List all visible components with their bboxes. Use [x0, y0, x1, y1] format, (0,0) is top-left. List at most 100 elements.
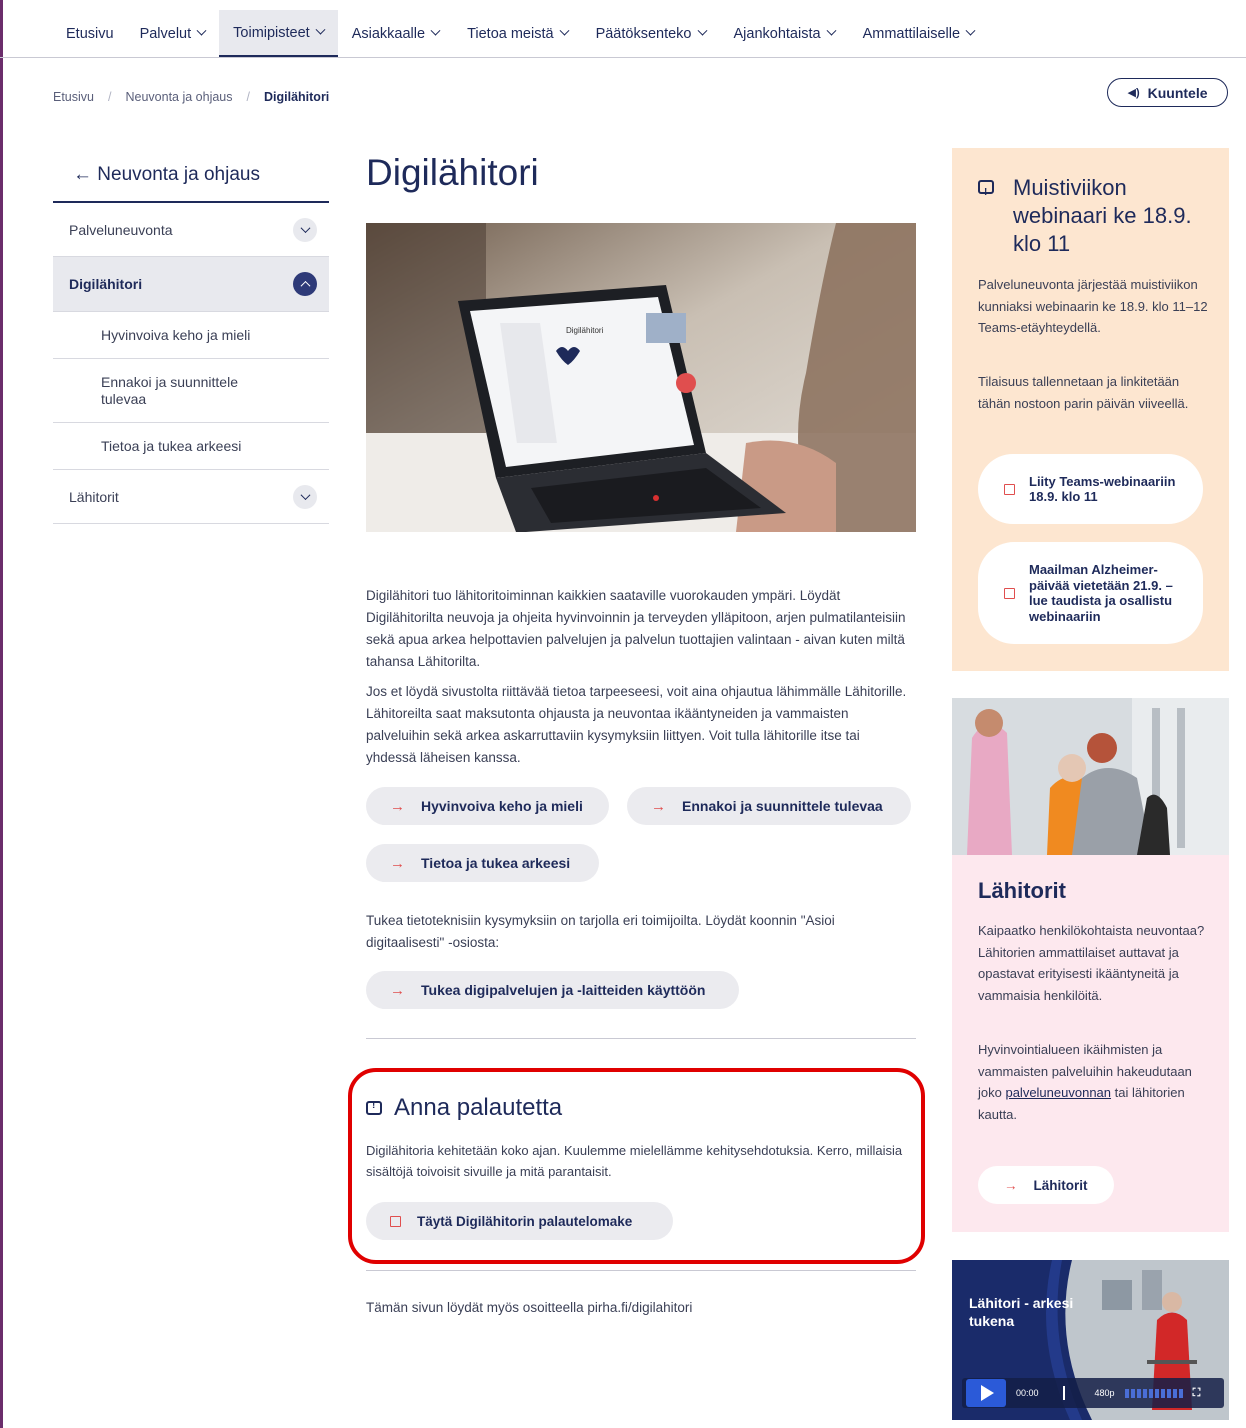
expand-toggle[interactable] [293, 217, 317, 242]
sidebar-subitem-hyvinvoiva[interactable]: Hyvinvoiva keho ja mieli [53, 312, 329, 359]
hero-screen-label: Digilähitori [566, 326, 604, 335]
alzheimer-day-button[interactable]: Maailman Alzheimer-päivää vietetään 21.9… [978, 542, 1203, 644]
sidebar-item-label: Tietoa ja tukea arkeesi [101, 438, 242, 454]
sidebar-item-label: Ennakoi ja suunnittele tulevaa [101, 373, 238, 407]
link-label: Tietoa ja tukea arkeesi [421, 855, 571, 871]
feedback-heading: Anna palautetta [366, 1094, 562, 1122]
nav-item-ammattilaiselle[interactable]: Ammattilaiselle [849, 10, 989, 57]
webinar-card-heading: Muistiviikon webinaari ke 18.9. klo 11 [978, 174, 1218, 258]
sidebar-item-palveluneuvonta[interactable]: Palveluneuvonta [53, 203, 329, 257]
chevron-down-icon [826, 25, 837, 36]
sidebar-subitem-tietoa[interactable]: Tietoa ja tukea arkeesi [53, 423, 329, 470]
link-tietoa[interactable]: → Tietoa ja tukea arkeesi [366, 844, 599, 882]
sidebar-subitem-ennakoi[interactable]: Ennakoi ja suunnittele tulevaa [53, 359, 329, 423]
intro-paragraph-1: Digilähitori tuo lähitoritoiminnan kaikk… [366, 588, 906, 669]
arrow-right-icon: → [1004, 1177, 1018, 1193]
nav-item-asiakkaalle[interactable]: Asiakkaalle [338, 10, 453, 57]
feedback-button-label: Täytä Digilähitorin palautelomake [417, 1213, 633, 1229]
nav-label: Palvelut [139, 25, 192, 42]
section-divider [366, 1038, 916, 1039]
progress-handle[interactable] [1062, 1386, 1065, 1400]
webinar-card: Muistiviikon webinaari ke 18.9. klo 11 P… [952, 148, 1229, 671]
lahitorit-card-title: Lähitorit [978, 878, 1066, 903]
feedback-form-button[interactable]: Täytä Digilähitorin palautelomake [366, 1202, 673, 1240]
chevron-up-icon [300, 280, 310, 291]
webinar-card-title: Muistiviikon webinaari ke 18.9. klo 11 [1013, 175, 1192, 256]
page-address-note: Tämän sivun löydät myös osoitteella pirh… [366, 1300, 693, 1315]
page-title: Digilähitori [366, 152, 539, 193]
sidebar-back-label: ← Neuvonta ja ohjaus [73, 163, 260, 185]
arrow-right-icon: → [390, 854, 405, 872]
main-navigation: Etusivu Palvelut Toimipisteet Asiakkaall… [0, 0, 1246, 58]
feedback-title: Anna palautetta [394, 1094, 563, 1121]
nav-item-toimipisteet[interactable]: Toimipisteet [219, 10, 338, 57]
nav-item-etusivu[interactable]: Etusivu [52, 10, 126, 57]
webinar-card-text-1: Palveluneuvonta järjestää muistiviikon k… [978, 277, 1208, 335]
lahitorit-card-text-1: Kaipaatko henkilökohtaista neuvontaa? Lä… [978, 923, 1205, 1003]
listen-button[interactable]: ◀) Kuuntele [1107, 78, 1228, 107]
lahitorit-button-label: Lähitorit [1033, 1177, 1088, 1193]
external-link-icon [1004, 587, 1015, 599]
speaker-icon: ◀) [1127, 87, 1140, 99]
lahitorit-link-button[interactable]: → Lähitorit [978, 1166, 1114, 1204]
link-label: Hyvinvoiva keho ja mieli [421, 798, 583, 814]
palveluneuvonta-link[interactable]: palveluneuvonnan [1005, 1085, 1111, 1100]
chevron-down-icon [697, 25, 707, 36]
breadcrumb-separator: / [108, 90, 112, 104]
arrow-right-icon: → [390, 981, 405, 999]
chevron-down-icon [430, 25, 441, 36]
hero-image-laptop: Digilähitori [366, 223, 916, 532]
breadcrumb-link-etusivu[interactable]: Etusivu [53, 90, 94, 104]
nav-item-tietoa-meista[interactable]: Tietoa meistä [453, 10, 582, 57]
video-player[interactable]: Lähitori - arkesi tukena 00:00 480p ⛶ [952, 1260, 1229, 1420]
sidebar-item-lahitorit[interactable]: Lähitorit [53, 470, 329, 524]
lahitorit-photo [952, 698, 1229, 855]
nav-label: Etusivu [66, 25, 114, 42]
nav-item-paatoksenteko[interactable]: Päätöksenteko [582, 10, 720, 57]
chevron-down-icon [300, 490, 310, 501]
chevron-down-icon [315, 24, 326, 35]
play-button[interactable] [966, 1379, 1006, 1407]
quality-selector[interactable]: 480p [1095, 1388, 1115, 1398]
nav-label: Päätöksenteko [595, 25, 692, 42]
sidebar-back-link[interactable]: ← Neuvonta ja ohjaus [53, 148, 329, 203]
listen-label: Kuuntele [1147, 84, 1208, 101]
section-divider [366, 1270, 916, 1271]
window-frame-edge [0, 0, 3, 1428]
webinar-card-text-2: Tilaisuus tallennetaan ja linkitetään tä… [978, 374, 1189, 411]
collapse-toggle[interactable] [293, 272, 317, 296]
nav-item-palvelut[interactable]: Palvelut [126, 10, 220, 57]
link-digipalvelut[interactable]: → Tukea digipalvelujen ja -laitteiden kä… [366, 971, 739, 1009]
digi-paragraph: Tukea tietoteknisiin kysymyksiin on tarj… [366, 913, 835, 950]
fullscreen-icon[interactable]: ⛶ [1193, 1387, 1201, 1400]
expand-toggle[interactable] [293, 484, 317, 509]
alzheimer-day-label: Maailman Alzheimer-päivää vietetään 21.9… [1029, 562, 1173, 624]
link-label: Tukea digipalvelujen ja -laitteiden käyt… [421, 982, 706, 998]
volume-slider[interactable] [1124, 1388, 1183, 1398]
intro-paragraph-2: Jos et löydä sivustolta riittävää tietoa… [366, 684, 907, 765]
lahitorit-card: Lähitorit Kaipaatko henkilökohtaista neu… [952, 698, 1229, 1232]
external-link-icon [1004, 483, 1015, 495]
nav-label: Asiakkaalle [351, 25, 426, 42]
breadcrumb-link-neuvonta[interactable]: Neuvonta ja ohjaus [125, 90, 232, 104]
nav-item-ajankohtaista[interactable]: Ajankohtaista [720, 10, 849, 57]
external-link-icon [390, 1215, 401, 1227]
video-title: Lähitori - arkesi tukena [969, 1295, 1074, 1329]
arrow-right-icon: → [390, 797, 405, 815]
feedback-message-icon [366, 1100, 382, 1115]
breadcrumb-current: Digilähitori [264, 90, 330, 104]
sidebar-item-label: Digilähitori [69, 276, 143, 292]
link-hyvinvoiva[interactable]: → Hyvinvoiva keho ja mieli [366, 787, 609, 825]
sidebar-item-label: Palveluneuvonta [69, 221, 173, 238]
link-ennakoi[interactable]: → Ennakoi ja suunnittele tulevaa [627, 787, 911, 825]
sidebar-item-digilahitori[interactable]: Digilähitori [53, 257, 329, 312]
play-icon [981, 1385, 994, 1401]
link-label: Ennakoi ja suunnittele tulevaa [682, 798, 883, 814]
lahitorit-card-text-2: Hyvinvointialueen ikäihmisten ja vammais… [978, 1039, 1210, 1125]
join-webinar-label: Liity Teams-webinaariin 18.9. klo 11 [1029, 473, 1176, 505]
sidebar-navigation: ← Neuvonta ja ohjaus Palveluneuvonta Dig… [53, 148, 329, 524]
sidebar-item-label: Hyvinvoiva keho ja mieli [101, 327, 251, 343]
video-controls: 00:00 480p ⛶ [962, 1378, 1224, 1408]
join-teams-webinar-button[interactable]: Liity Teams-webinaariin 18.9. klo 11 [978, 454, 1203, 524]
breadcrumb: Etusivu / Neuvonta ja ohjaus / Digilähit… [53, 90, 329, 104]
